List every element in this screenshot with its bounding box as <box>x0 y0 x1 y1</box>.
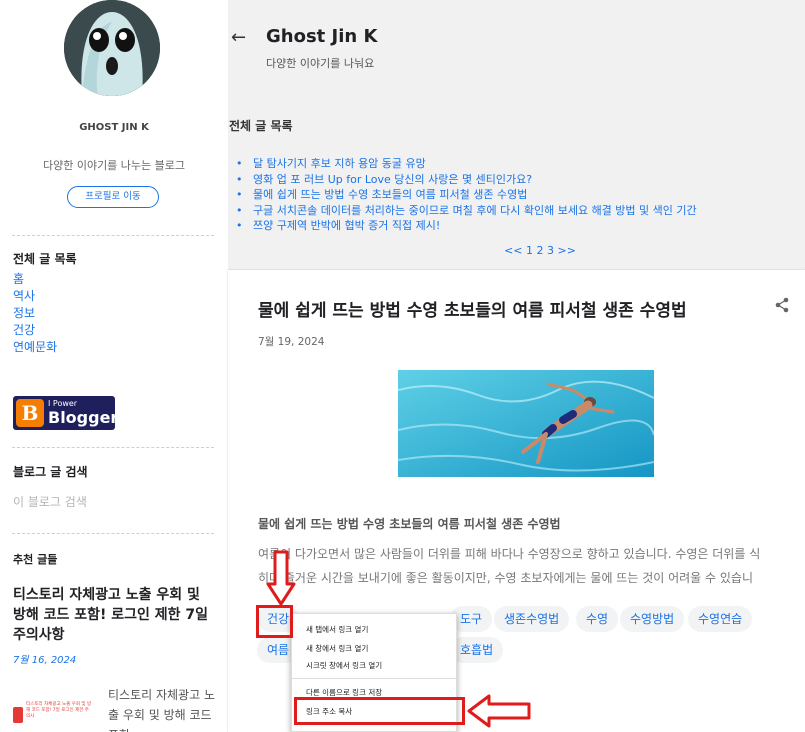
search-heading: 블로그 글 검색 <box>13 465 88 479</box>
blogger-badge[interactable]: B I Power Blogger <box>13 396 119 430</box>
sidebar: GHOST JIN K 다양한 이야기를 나누는 블로그 프로필로 이동 전체 … <box>0 0 228 732</box>
divider <box>12 533 214 534</box>
blog-description: 다양한 이야기를 나누는 블로그 <box>42 159 186 172</box>
menu-item-open-incognito[interactable]: 시크릿 창에서 링크 열기 <box>306 660 382 671</box>
menu-item-open-new-tab[interactable]: 새 탭에서 링크 열기 <box>306 624 368 635</box>
blog-search-input[interactable]: 이 블로그 검색 <box>13 493 87 510</box>
menu-separator <box>292 678 456 679</box>
pagination[interactable]: << 1 2 3 >> <box>0 244 805 257</box>
arrow-left-annotation-icon <box>467 694 531 728</box>
post-body: 여름이 다가오면서 많은 사람들이 더위를 피해 바다나 수영장으로 향하고 있… <box>258 542 803 590</box>
post-list-item[interactable]: 물에 쉽게 뜨는 방법 수영 초보들의 여름 피서철 생존 수영법 <box>236 187 697 203</box>
blogger-badge-text: Blogger <box>48 408 119 427</box>
tag-chip[interactable]: 수영방법 <box>620 606 685 632</box>
blogger-badge-small-text: I Power <box>48 399 78 408</box>
post-title: 물에 쉽게 뜨는 방법 수영 초보들의 여름 피서철 생존 수영법 <box>258 301 687 321</box>
post-subheading: 물에 쉽게 뜨는 방법 수영 초보들의 여름 피서철 생존 수영법 <box>258 517 561 531</box>
sidebar-link-history[interactable]: 역사 <box>13 288 57 305</box>
menu-item-open-new-window[interactable]: 새 창에서 링크 열기 <box>306 643 368 654</box>
sidebar-link-home[interactable]: 홈 <box>13 271 57 288</box>
arrow-down-icon <box>266 550 296 606</box>
blog-title[interactable]: Ghost Jin K <box>266 26 377 47</box>
post-list-item[interactable]: 구글 서치콘솔 데이터를 처리하는 중이므로 며칠 후에 다시 확인해 보세요 … <box>236 203 697 219</box>
share-icon[interactable] <box>774 297 790 313</box>
thumbnail-mark <box>13 707 23 723</box>
recommended-post-excerpt: 티스토리 자체광고 노출 우회 및 방해 코드 포함 <box>108 688 215 732</box>
sidebar-link-health[interactable]: 건강 <box>13 322 57 339</box>
tag-chip[interactable]: 수영연습 <box>688 606 753 632</box>
post-list-item[interactable]: 달 탐사기지 후보 지하 용암 동굴 유망 <box>236 156 697 172</box>
post-date: 7월 19, 2024 <box>258 336 325 348</box>
profile-button[interactable]: 프로필로 이동 <box>67 186 159 208</box>
divider <box>12 447 214 448</box>
post-body-line: 히며 즐거운 시간을 보내기에 좋은 활동이지만, 수영 초보자에게는 물에 뜨… <box>258 571 754 585</box>
recommended-post-title[interactable]: 티스토리 자체광고 노출 우회 및 방해 코드 포함! 로그인 제한 7일 주의… <box>13 585 213 645</box>
post-list: 달 탐사기지 후보 지하 용암 동굴 유망 영화 업 포 러브 Up for L… <box>236 156 697 234</box>
recommended-heading: 추천 글들 <box>13 553 58 566</box>
tag-chip[interactable]: 생존수영법 <box>494 606 570 632</box>
highlight-box-tag <box>256 605 293 638</box>
thumbnail-text: 티스토리 자체광고 노출 우회 및 방해 코드 포함! 7일 로그인 제한 주의… <box>26 702 92 719</box>
sidebar-link-entertainment[interactable]: 연예문화 <box>13 339 57 356</box>
recommended-post-thumbnail[interactable]: 티스토리 자체광고 노출 우회 및 방해 코드 포함! 7일 로그인 제한 주의… <box>13 700 93 732</box>
avatar[interactable] <box>64 0 160 96</box>
post-list-item[interactable]: 쯔양 구제역 반박에 협박 증거 직접 제시! <box>236 218 697 234</box>
recommended-post-date: 7월 16, 2024 <box>13 655 77 666</box>
sidebar-link-info[interactable]: 정보 <box>13 305 57 322</box>
post-body-line: 여름이 다가오면서 많은 사람들이 더위를 피해 바다나 수영장으로 향하고 있… <box>258 547 761 561</box>
highlight-box-copy-link <box>294 697 465 725</box>
post-list-item[interactable]: 영화 업 포 러브 Up for Love 당신의 사랑은 몇 센티인가요? <box>236 172 697 188</box>
tag-chip[interactable]: 호흡법 <box>450 637 504 663</box>
blog-subtitle: 다양한 이야기를 나눠요 <box>266 57 375 70</box>
blog-owner-name: GHOST JIN K <box>79 122 149 133</box>
sidebar-links: 홈 역사 정보 건강 연예문화 <box>13 271 57 356</box>
post-image <box>398 370 654 477</box>
blogger-logo-icon: B <box>16 399 44 427</box>
divider <box>12 235 214 236</box>
post-list-heading: 전체 글 목록 <box>229 119 293 133</box>
arrow-left-icon[interactable]: ← <box>231 27 246 48</box>
tag-chip[interactable]: 수영 <box>576 606 619 632</box>
